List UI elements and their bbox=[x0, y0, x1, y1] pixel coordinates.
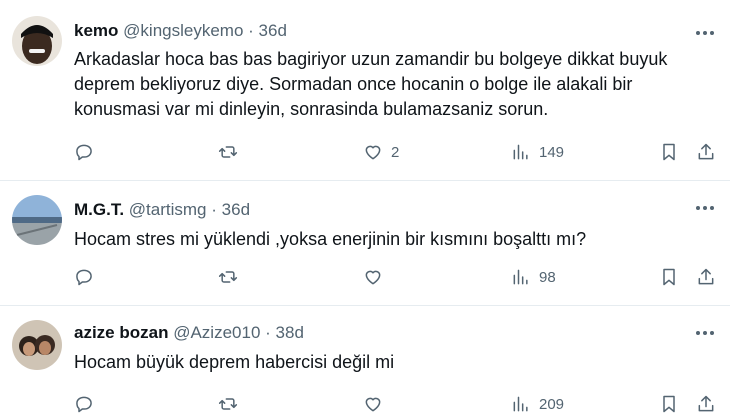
share-button[interactable] bbox=[696, 393, 716, 415]
tweet-text: Arkadaslar hoca bas bas bagiriyor uzun z… bbox=[74, 49, 668, 119]
tweet-1[interactable]: kemo @kingsleykemo · 36d Arkadaslar hoca… bbox=[0, 0, 730, 180]
tweet-text: Hocam büyük deprem habercisi değil mi bbox=[74, 352, 395, 372]
bookmark-button[interactable] bbox=[659, 141, 679, 163]
tweet-text: Hocam stres mi yüklendi ,yoksa enerjinin… bbox=[74, 229, 587, 249]
reply-icon bbox=[76, 144, 92, 161]
more-icon[interactable] bbox=[694, 22, 716, 44]
views-button[interactable]: 98 bbox=[511, 266, 556, 288]
bookmark-icon bbox=[663, 395, 675, 413]
views-icon bbox=[513, 269, 528, 285]
tweet-3[interactable]: azize bozan @Azize010 · 38d Hocam büyük … bbox=[0, 306, 730, 420]
views-button[interactable]: 209 bbox=[511, 393, 564, 415]
reply-button[interactable] bbox=[74, 266, 94, 288]
like-icon bbox=[365, 397, 381, 412]
reply-icon bbox=[76, 269, 92, 286]
separator: · bbox=[211, 200, 217, 219]
separator: · bbox=[248, 21, 254, 40]
like-count: 2 bbox=[391, 143, 400, 161]
tweet-header: kemo @kingsleykemo · 36d bbox=[74, 21, 287, 41]
author-name[interactable]: kemo bbox=[74, 21, 118, 40]
like-button[interactable] bbox=[363, 266, 391, 288]
bookmark-icon bbox=[663, 143, 675, 161]
action-bar: 2 149 bbox=[0, 141, 730, 163]
reply-icon bbox=[76, 396, 92, 413]
avatar[interactable] bbox=[12, 320, 62, 370]
like-icon bbox=[365, 145, 381, 160]
timestamp[interactable]: 38d bbox=[276, 323, 304, 342]
tweet-header: azize bozan @Azize010 · 38d bbox=[74, 323, 304, 343]
separator: · bbox=[265, 323, 271, 342]
retweet-button[interactable] bbox=[218, 266, 238, 288]
share-button[interactable] bbox=[696, 266, 716, 288]
retweet-icon bbox=[218, 271, 238, 283]
views-count: 209 bbox=[539, 395, 565, 413]
bookmark-button[interactable] bbox=[659, 266, 679, 288]
views-button[interactable]: 149 bbox=[511, 141, 564, 163]
views-icon bbox=[513, 144, 528, 160]
retweet-button[interactable] bbox=[218, 393, 238, 415]
share-icon bbox=[698, 395, 714, 412]
author-handle[interactable]: @kingsleykemo bbox=[123, 21, 243, 40]
tweet-2[interactable]: M.G.T. @tartismg · 36d Hocam stres mi yü… bbox=[0, 181, 730, 304]
share-icon bbox=[698, 268, 714, 285]
action-bar: 98 bbox=[0, 266, 730, 288]
bookmark-button[interactable] bbox=[659, 393, 679, 415]
avatar[interactable] bbox=[12, 195, 62, 245]
views-icon bbox=[513, 396, 528, 412]
bookmark-icon bbox=[663, 268, 675, 286]
like-button[interactable] bbox=[363, 393, 391, 415]
author-name[interactable]: azize bozan bbox=[74, 323, 168, 342]
like-button[interactable]: 2 bbox=[363, 141, 399, 163]
timestamp[interactable]: 36d bbox=[222, 200, 250, 219]
more-icon[interactable] bbox=[694, 197, 716, 219]
share-icon bbox=[698, 143, 714, 160]
reply-button[interactable] bbox=[74, 393, 94, 415]
avatar[interactable] bbox=[12, 16, 62, 66]
views-count: 149 bbox=[539, 143, 565, 161]
action-bar: 209 bbox=[0, 393, 730, 415]
views-count: 98 bbox=[539, 268, 556, 286]
timestamp[interactable]: 36d bbox=[259, 21, 287, 40]
author-name[interactable]: M.G.T. bbox=[74, 200, 124, 219]
retweet-button[interactable] bbox=[218, 141, 238, 163]
tweet-header: M.G.T. @tartismg · 36d bbox=[74, 200, 250, 220]
more-icon[interactable] bbox=[694, 322, 716, 344]
author-handle[interactable]: @Azize010 bbox=[173, 323, 260, 342]
author-handle[interactable]: @tartismg bbox=[129, 200, 207, 219]
like-icon bbox=[365, 270, 381, 285]
share-button[interactable] bbox=[696, 141, 716, 163]
retweet-icon bbox=[218, 146, 238, 158]
reply-button[interactable] bbox=[74, 141, 94, 163]
retweet-icon bbox=[218, 398, 238, 410]
